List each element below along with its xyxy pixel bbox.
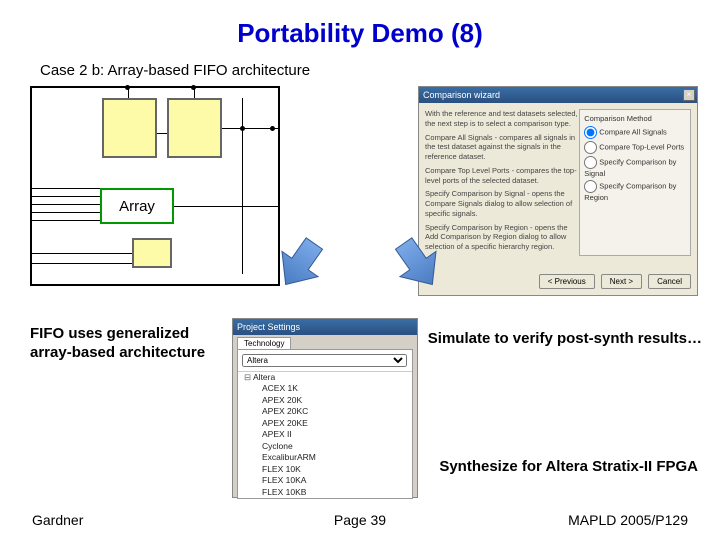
- comparison-method-label: Comparison Method: [584, 114, 686, 123]
- slide-subtitle: Case 2 b: Array-based FIFO architecture: [40, 62, 310, 79]
- close-icon[interactable]: ×: [683, 89, 695, 101]
- list-item[interactable]: FLEX 10KA: [244, 475, 412, 486]
- list-item[interactable]: FLEX 10KB: [244, 487, 412, 497]
- list-item[interactable]: APEX 20K: [244, 395, 412, 406]
- device-tree[interactable]: ⊟ Altera ACEX 1K APEX 20K APEX 20KC APEX…: [238, 371, 412, 497]
- radio-label: Specify Comparison by Signal: [584, 157, 676, 178]
- radio-compare-top[interactable]: Compare Top-Level Ports: [584, 141, 686, 154]
- footer-ref: MAPLD 2005/P129: [568, 512, 688, 528]
- list-item[interactable]: Cyclone: [244, 441, 412, 452]
- list-item[interactable]: ExcaliburARM: [244, 452, 412, 463]
- wizard-text-top: Compare Top Level Ports - compares the t…: [425, 166, 579, 186]
- settings-titlebar: Project Settings: [233, 319, 417, 335]
- radio-specify-region[interactable]: Specify Comparison by Region: [584, 180, 686, 202]
- radio-specify-signal[interactable]: Specify Comparison by Signal: [584, 156, 686, 178]
- array-block: Array: [100, 188, 174, 224]
- radio-label: Specify Comparison by Region: [584, 181, 676, 202]
- list-item[interactable]: APEX 20KE: [244, 418, 412, 429]
- previous-button[interactable]: < Previous: [539, 274, 595, 289]
- right-caption-synthesize: Synthesize for Altera Stratix-II FPGA: [439, 458, 698, 475]
- vendor-select[interactable]: Altera: [242, 354, 407, 367]
- block-1: [102, 98, 157, 158]
- fifo-architecture-diagram: Array: [30, 86, 280, 286]
- block-2: [167, 98, 222, 158]
- wizard-intro: With the reference and test datasets sel…: [425, 109, 579, 129]
- list-item[interactable]: ACEX 1K: [244, 383, 412, 394]
- list-item[interactable]: APEX II: [244, 429, 412, 440]
- wizard-text-sig: Specify Comparison by Signal - opens the…: [425, 189, 579, 218]
- left-caption: FIFO uses generalized array-based archit…: [30, 325, 230, 363]
- wizard-text-all: Compare All Signals - compares all signa…: [425, 133, 579, 162]
- cancel-button[interactable]: Cancel: [648, 274, 691, 289]
- wizard-text-reg: Specify Comparison by Region - opens the…: [425, 223, 579, 252]
- tree-root: Altera: [253, 372, 275, 382]
- list-item[interactable]: APEX 20KC: [244, 406, 412, 417]
- wizard-title: Comparison wizard: [423, 90, 500, 100]
- wizard-titlebar: Comparison wizard ×: [419, 87, 697, 103]
- block-3: [132, 238, 172, 268]
- project-settings-dialog: Project Settings Technology Altera ⊟ Alt…: [232, 318, 418, 498]
- slide-title: Portability Demo (8): [0, 0, 720, 49]
- tab-technology[interactable]: Technology: [237, 337, 291, 349]
- next-button[interactable]: Next >: [601, 274, 642, 289]
- right-caption-simulate: Simulate to verify post-synth results…: [428, 330, 702, 347]
- comparison-wizard-dialog: Comparison wizard × With the reference a…: [418, 86, 698, 296]
- radio-label: Compare All Signals: [599, 127, 667, 136]
- radio-compare-all[interactable]: Compare All Signals: [584, 126, 686, 139]
- radio-label: Compare Top-Level Ports: [599, 142, 684, 151]
- list-item[interactable]: FLEX 10K: [244, 464, 412, 475]
